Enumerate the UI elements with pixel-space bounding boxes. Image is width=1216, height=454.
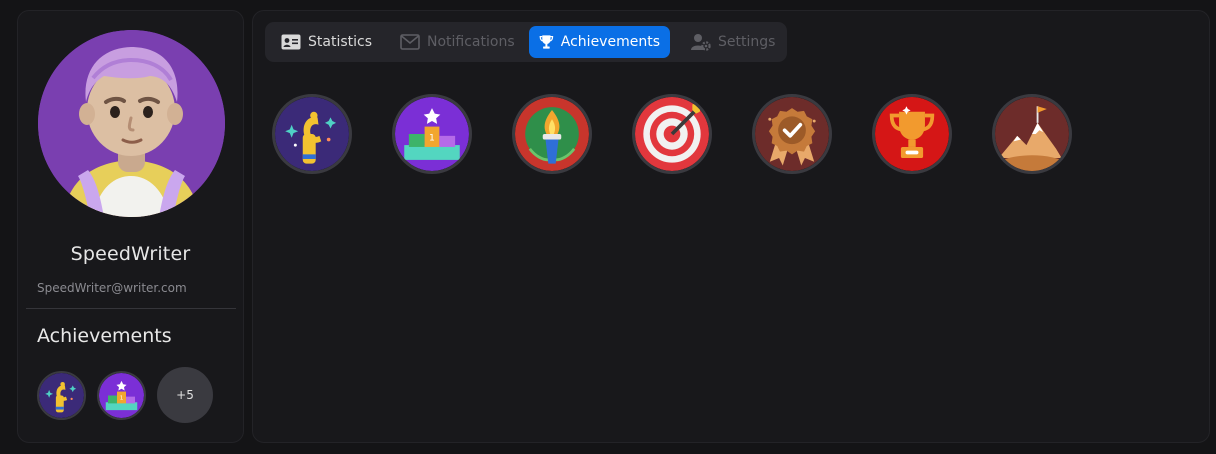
more-achievements-button[interactable]: +5 xyxy=(157,367,213,423)
tab-bar: Statistics Notifications Achievements Se… xyxy=(265,22,787,62)
torch-badge-icon xyxy=(515,97,589,171)
envelope-icon xyxy=(400,34,420,50)
svg-text:1: 1 xyxy=(120,395,124,401)
avatar-illustration xyxy=(38,30,225,217)
id-card-icon xyxy=(281,34,301,50)
tab-notifications-label: Notifications xyxy=(427,34,515,50)
main-panel: Statistics Notifications Achievements Se… xyxy=(252,10,1210,443)
podium-star-badge-icon: 1 xyxy=(395,97,469,171)
tab-achievements[interactable]: Achievements xyxy=(529,26,670,58)
user-email: SpeedWriter@writer.com xyxy=(37,281,187,295)
tab-settings[interactable]: Settings xyxy=(681,26,785,58)
hand-coin-badge-icon xyxy=(275,97,349,171)
achievement-badge[interactable] xyxy=(752,94,832,174)
achievement-badge[interactable]: 1 xyxy=(392,94,472,174)
tab-statistics[interactable]: Statistics xyxy=(271,26,382,58)
target-arrow-badge-icon xyxy=(635,97,709,171)
tab-settings-label: Settings xyxy=(718,34,776,50)
podium-star-badge-icon: 1 xyxy=(99,373,144,418)
user-gear-icon xyxy=(691,34,711,51)
profile-card: SpeedWriter SpeedWriter@writer.com Achie… xyxy=(17,10,244,443)
tab-achievements-label: Achievements xyxy=(560,34,660,50)
achievement-badge[interactable] xyxy=(272,94,352,174)
tab-notifications[interactable]: Notifications xyxy=(390,26,525,58)
achievement-badge[interactable] xyxy=(512,94,592,174)
achievement-badge[interactable] xyxy=(992,94,1072,174)
achievement-badge[interactable] xyxy=(872,94,952,174)
tab-statistics-label: Statistics xyxy=(308,34,372,50)
trophy-icon xyxy=(539,35,554,49)
ribbon-check-badge-icon xyxy=(755,97,829,171)
trophy-badge-icon xyxy=(875,97,949,171)
achievement-badge[interactable] xyxy=(632,94,712,174)
svg-text:1: 1 xyxy=(429,132,435,143)
mini-badge-podium[interactable]: 1 xyxy=(97,371,146,420)
achievements-heading: Achievements xyxy=(37,325,172,347)
mountain-flag-badge-icon xyxy=(995,97,1069,171)
achievements-page: SpeedWriter SpeedWriter@writer.com Achie… xyxy=(0,0,1216,454)
avatar[interactable] xyxy=(38,30,225,217)
mini-badge-hand-coin[interactable] xyxy=(37,371,86,420)
hand-coin-badge-icon xyxy=(39,373,84,418)
divider xyxy=(26,308,236,309)
username: SpeedWriter xyxy=(70,243,191,265)
